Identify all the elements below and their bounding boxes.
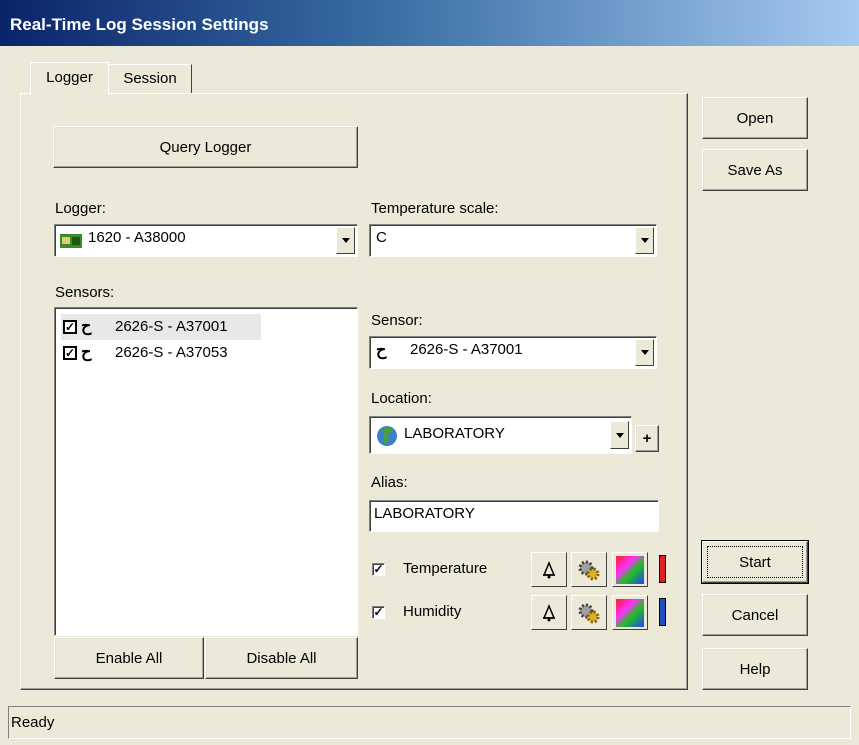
window-title: Real-Time Log Session Settings <box>0 0 859 46</box>
tab-logger-label: Logger <box>46 69 93 86</box>
humidity-label: Humidity <box>403 603 462 620</box>
sensor-2-checkbox[interactable]: ✓ <box>63 346 77 360</box>
start-button[interactable]: Start <box>701 540 809 584</box>
logger-label: Logger: <box>55 200 106 217</box>
save-as-button[interactable]: Save As <box>702 149 808 191</box>
gears-icon <box>578 560 600 580</box>
humidity-checkbox[interactable]: ✓ <box>372 606 385 619</box>
temperature-color-swatch <box>659 555 666 583</box>
disable-all-button[interactable]: Disable All <box>205 637 358 679</box>
chevron-down-icon[interactable] <box>610 421 629 449</box>
cancel-label: Cancel <box>731 606 779 624</box>
cancel-button[interactable]: Cancel <box>702 594 808 636</box>
enable-all-button[interactable]: Enable All <box>54 637 204 679</box>
temperature-alarm-button[interactable] <box>531 552 567 587</box>
sensor-1-label: 2626-S - A37001 <box>115 318 228 335</box>
sensor-2-label: 2626-S - A37053 <box>115 344 228 361</box>
chevron-down-icon[interactable] <box>635 339 654 366</box>
humidity-alarm-button[interactable] <box>531 595 567 630</box>
help-label: Help <box>739 660 771 678</box>
save-as-label: Save As <box>727 161 783 179</box>
bell-icon <box>542 560 556 578</box>
tab-session-label: Session <box>123 70 177 87</box>
humidity-settings-button[interactable] <box>571 595 607 630</box>
logger-dropdown-value: 1620 - A38000 <box>88 229 186 246</box>
bell-icon <box>542 603 556 621</box>
temperature-label: Temperature <box>403 560 488 577</box>
gears-icon <box>578 603 600 623</box>
query-logger-label: Query Logger <box>159 138 252 156</box>
color-palette-icon <box>616 555 644 584</box>
sensors-list[interactable]: ✓ ح 2626-S - A37001 ✓ ح 2626-S - A37053 <box>54 307 358 636</box>
sensor-probe-icon: ح <box>81 318 92 335</box>
tab-logger[interactable]: Logger <box>30 62 109 95</box>
enable-all-label: Enable All <box>95 649 163 667</box>
list-item[interactable]: ✓ ح 2626-S - A37001 <box>61 314 261 340</box>
humidity-color-swatch <box>659 598 666 626</box>
sensor-label: Sensor: <box>371 312 423 329</box>
status-bar: Ready <box>8 706 851 739</box>
tab-session[interactable]: Session <box>108 64 192 94</box>
start-label: Start <box>739 553 771 571</box>
sensor-dropdown[interactable]: ح 2626-S - A37001 <box>369 336 657 369</box>
temperature-color-button[interactable] <box>612 552 648 587</box>
temperature-settings-button[interactable] <box>571 552 607 587</box>
globe-icon <box>377 426 397 446</box>
add-location-label: + <box>642 430 652 447</box>
chevron-down-icon[interactable] <box>336 227 355 254</box>
sensor-probe-icon: ح <box>81 344 92 361</box>
chevron-down-icon[interactable] <box>635 227 654 254</box>
temperature-scale-label: Temperature scale: <box>371 200 499 217</box>
location-label: Location: <box>371 390 432 407</box>
open-button[interactable]: Open <box>702 97 808 139</box>
temperature-scale-dropdown[interactable]: C <box>369 224 657 257</box>
open-label: Open <box>736 109 774 127</box>
add-location-button[interactable]: + <box>635 425 659 452</box>
sensor-dropdown-value: 2626-S - A37001 <box>410 341 523 358</box>
sensors-label: Sensors: <box>55 284 115 301</box>
temperature-checkbox[interactable]: ✓ <box>372 563 385 576</box>
query-logger-button[interactable]: Query Logger <box>53 126 358 168</box>
location-dropdown-value: LABORATORY <box>404 425 505 442</box>
alias-input[interactable]: LABORATORY <box>369 500 659 532</box>
alias-label: Alias: <box>371 474 408 491</box>
temperature-scale-value: C <box>376 229 387 246</box>
help-button[interactable]: Help <box>702 648 808 690</box>
location-dropdown[interactable]: LABORATORY <box>369 416 632 454</box>
logger-dropdown[interactable]: 1620 - A38000 <box>54 224 358 257</box>
alias-input-value: LABORATORY <box>374 505 475 522</box>
status-text: Ready <box>11 714 55 731</box>
sensor-probe-icon: ح <box>376 342 387 359</box>
sensor-1-checkbox[interactable]: ✓ <box>63 320 77 334</box>
logger-device-icon <box>60 234 82 248</box>
list-item[interactable]: ✓ ح 2626-S - A37053 <box>61 340 261 366</box>
disable-all-label: Disable All <box>246 649 317 667</box>
humidity-color-button[interactable] <box>612 595 648 630</box>
color-palette-icon <box>616 598 644 627</box>
